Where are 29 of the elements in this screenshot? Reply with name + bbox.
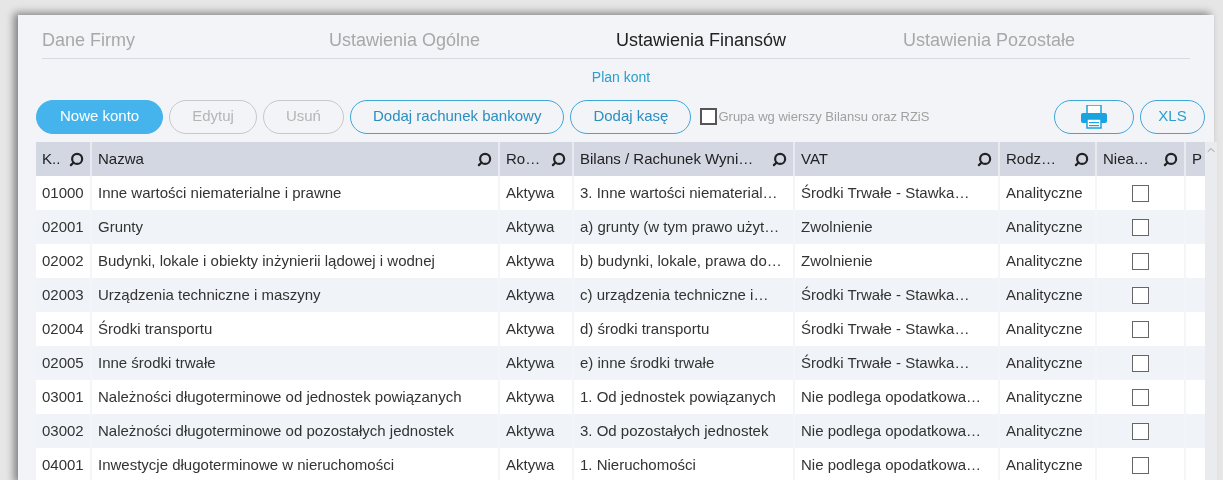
search-icon[interactable]	[69, 151, 84, 167]
search-icon[interactable]	[1074, 151, 1089, 167]
search-icon[interactable]	[551, 151, 566, 167]
row-checkbox[interactable]	[1132, 422, 1149, 440]
table-cell: 04001	[36, 448, 92, 480]
column-header[interactable]: P	[1186, 142, 1205, 176]
row-checkbox[interactable]	[1132, 354, 1149, 372]
row-checkbox[interactable]	[1132, 252, 1149, 270]
row-checkbox[interactable]	[1132, 456, 1149, 474]
search-icon[interactable]	[477, 151, 492, 167]
row-checkbox[interactable]	[1132, 320, 1149, 338]
row-checkbox[interactable]	[1132, 184, 1149, 202]
table-cell: 1. Nieruchomości	[574, 448, 795, 480]
section-title: Plan kont	[591, 68, 651, 87]
pdf-printer-icon	[1080, 104, 1108, 129]
table-cell: Nie podlega opodatkowa…	[795, 448, 1000, 480]
row-checkbox[interactable]	[1132, 286, 1149, 304]
table-cell: Analityczne	[1000, 448, 1097, 480]
settings-tab[interactable]: Ustawienia Finansów	[616, 27, 903, 58]
search-icon[interactable]	[977, 151, 992, 167]
scrollbar[interactable]	[1205, 142, 1217, 480]
checkbox[interactable]	[700, 108, 718, 125]
table-cell: Inwestycje długoterminowe w nieruchomości	[92, 448, 500, 480]
checkbox-label: Grupa wg wierszy Bilansu oraz RZiS	[718, 107, 930, 126]
row-checkbox[interactable]	[1132, 218, 1149, 236]
row-checkbox[interactable]	[1132, 388, 1149, 406]
table-cell: Aktywa	[500, 448, 574, 480]
search-icon[interactable]	[1163, 151, 1178, 167]
search-icon[interactable]	[772, 151, 787, 167]
